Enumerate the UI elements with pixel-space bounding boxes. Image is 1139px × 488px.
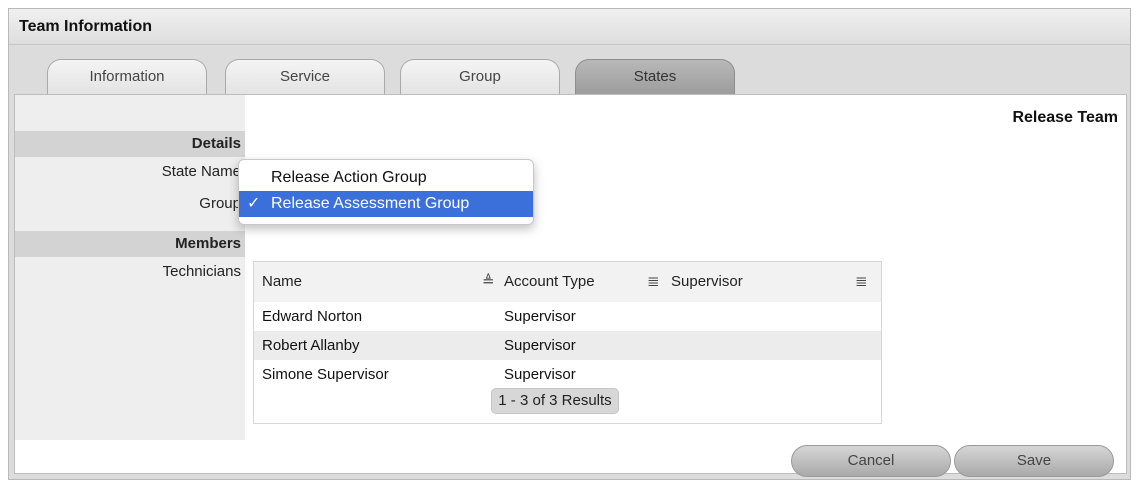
cell-account-type: Supervisor	[504, 366, 576, 383]
cell-name: Simone Supervisor	[262, 366, 389, 383]
dropdown-option-release-assessment-group[interactable]: ✓ Release Assessment Group	[239, 191, 533, 217]
tab-group[interactable]: Group	[400, 59, 560, 95]
cell-name: Robert Allanby	[262, 337, 360, 354]
tab-states[interactable]: States	[575, 59, 735, 95]
technicians-label: Technicians	[162, 263, 241, 280]
label-column: Details State Name Group Members Technic…	[15, 95, 245, 440]
pagination-status: 1 - 3 of 3 Results	[491, 388, 619, 414]
cell-account-type: Supervisor	[504, 337, 576, 354]
sort-ascending-icon[interactable]: ≜	[482, 262, 495, 302]
dropdown-option-release-action-group[interactable]: Release Action Group	[239, 165, 533, 191]
option-label: Release Action Group	[271, 169, 427, 186]
technicians-table: Name ≜ Account Type ≣ Supervisor ≣ Edwar…	[253, 261, 882, 424]
table-header-row: Name ≜ Account Type ≣ Supervisor ≣	[254, 262, 881, 302]
cell-account-type: Supervisor	[504, 308, 576, 325]
members-section-header: Members	[15, 231, 245, 257]
column-header-name[interactable]: Name	[262, 262, 302, 302]
window-title: Team Information	[9, 9, 1130, 45]
table-row[interactable]: Edward Norton Supervisor	[254, 302, 881, 331]
table-row[interactable]: Simone Supervisor Supervisor	[254, 360, 881, 389]
table-row[interactable]: Robert Allanby Supervisor	[254, 331, 881, 360]
content-panel: Release Team Details State Name Group Me…	[14, 94, 1127, 477]
details-section-header: Details	[15, 131, 245, 157]
cancel-button[interactable]: Cancel	[791, 445, 951, 477]
cell-name: Edward Norton	[262, 308, 363, 325]
tab-service[interactable]: Service	[225, 59, 385, 95]
group-dropdown-menu[interactable]: Release Action Group ✓ Release Assessmen…	[238, 159, 534, 225]
state-name-label: State Name	[161, 163, 241, 180]
checkmark-icon: ✓	[247, 195, 261, 212]
tab-bar: Information Service Group States	[9, 46, 1130, 95]
column-header-account-type[interactable]: Account Type	[504, 262, 595, 302]
team-information-window: Team Information Information Service Gro…	[8, 8, 1131, 480]
tab-information[interactable]: Information	[47, 59, 207, 95]
page-title: Release Team	[1012, 109, 1118, 126]
option-label: Release Assessment Group	[271, 195, 470, 212]
column-header-supervisor[interactable]: Supervisor	[671, 262, 743, 302]
column-menu-icon[interactable]: ≣	[647, 262, 660, 302]
column-menu-icon[interactable]: ≣	[855, 262, 868, 302]
save-button[interactable]: Save	[954, 445, 1114, 477]
group-label: Group	[199, 195, 241, 212]
